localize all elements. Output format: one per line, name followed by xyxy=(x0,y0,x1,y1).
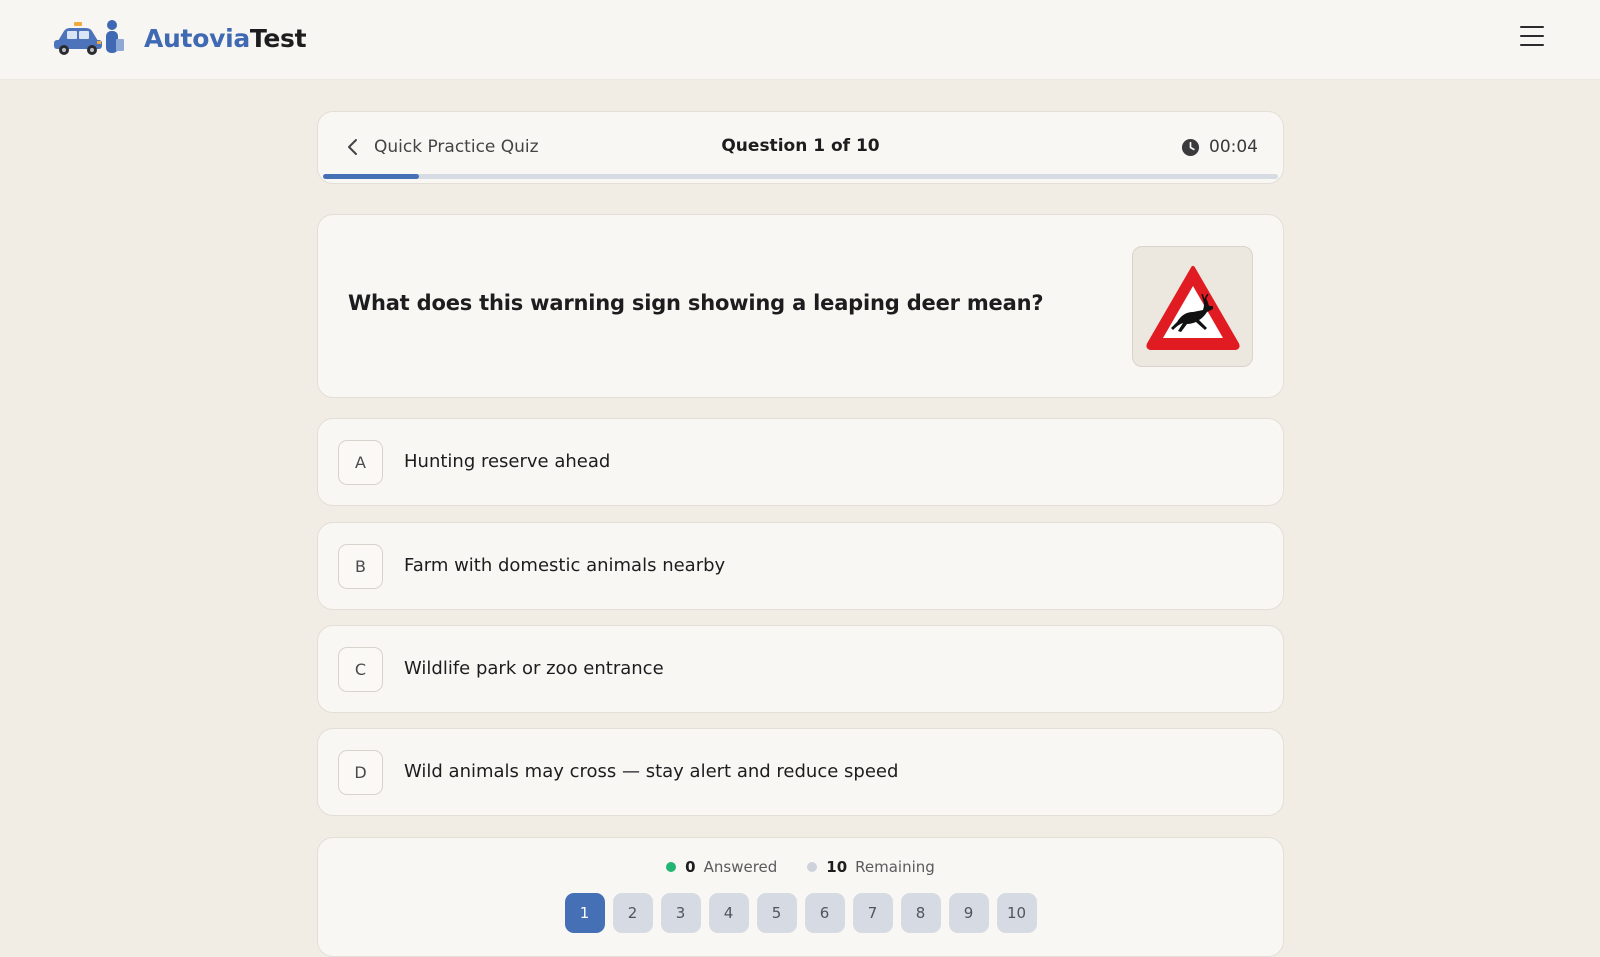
brand-name: AutoviaTest xyxy=(144,23,307,53)
remaining-status: 10 Remaining xyxy=(807,858,935,876)
page-button-2[interactable]: 2 xyxy=(612,893,653,933)
clock-icon xyxy=(1181,138,1200,156)
option-d[interactable]: D Wild animals may cross — stay alert an… xyxy=(317,728,1284,816)
question-counter: Question 1 of 10 xyxy=(721,136,880,156)
answer-legend: 0 Answered 10 Remaining xyxy=(318,858,1283,876)
quiz-header: Quick Practice Quiz Question 1 of 10 00:… xyxy=(317,111,1284,184)
timer: 00:04 xyxy=(1181,134,1258,160)
brand-name-part1: Autovia xyxy=(144,23,250,53)
hamburger-menu-icon[interactable] xyxy=(1520,26,1550,52)
remaining-count: 10 xyxy=(826,858,848,876)
page-button-7[interactable]: 7 xyxy=(852,893,893,933)
question-text: What does this warning sign showing a le… xyxy=(348,291,1044,315)
brand[interactable]: AutoviaTest xyxy=(52,18,307,58)
page-button-4[interactable]: 4 xyxy=(708,893,749,933)
car-instructor-logo-icon xyxy=(54,20,124,55)
option-text: Farm with domestic animals nearby xyxy=(404,555,726,576)
page-button-9[interactable]: 9 xyxy=(948,893,989,933)
question-pager: 1 2 3 4 5 6 7 8 9 10 xyxy=(318,893,1283,933)
option-letter: A xyxy=(338,440,383,485)
page-button-3[interactable]: 3 xyxy=(660,893,701,933)
answered-status: 0 Answered xyxy=(666,858,777,876)
remaining-dot-icon xyxy=(807,862,818,872)
option-text: Hunting reserve ahead xyxy=(404,451,611,472)
sign-image xyxy=(1132,246,1253,367)
answered-count: 0 xyxy=(685,858,696,876)
option-c[interactable]: C Wildlife park or zoo entrance xyxy=(317,625,1284,713)
question-card: What does this warning sign showing a le… xyxy=(317,214,1284,398)
deer-warning-sign-icon xyxy=(1145,265,1240,350)
option-b[interactable]: B Farm with domestic animals nearby xyxy=(317,522,1284,610)
top-bar: AutoviaTest xyxy=(0,0,1600,80)
progress-fill xyxy=(323,174,419,179)
page-button-8[interactable]: 8 xyxy=(900,893,941,933)
timer-value: 00:04 xyxy=(1209,137,1258,157)
answered-label: Answered xyxy=(703,858,778,876)
question-navigator: 0 Answered 10 Remaining 1 2 3 4 5 6 7 8 … xyxy=(317,837,1284,957)
option-letter: B xyxy=(338,544,383,589)
option-letter: C xyxy=(338,647,383,692)
page-button-10[interactable]: 10 xyxy=(996,893,1037,933)
option-a[interactable]: A Hunting reserve ahead xyxy=(317,418,1284,506)
progress-bar xyxy=(323,174,1278,179)
page-button-5[interactable]: 5 xyxy=(756,893,797,933)
remaining-label: Remaining xyxy=(855,858,935,876)
page-button-1[interactable]: 1 xyxy=(564,893,605,933)
brand-name-part2: Test xyxy=(249,23,307,53)
option-letter: D xyxy=(338,750,383,795)
option-text: Wild animals may cross — stay alert and … xyxy=(404,761,899,782)
page-button-6[interactable]: 6 xyxy=(804,893,845,933)
answered-dot-icon xyxy=(666,862,677,872)
option-text: Wildlife park or zoo entrance xyxy=(404,658,664,679)
